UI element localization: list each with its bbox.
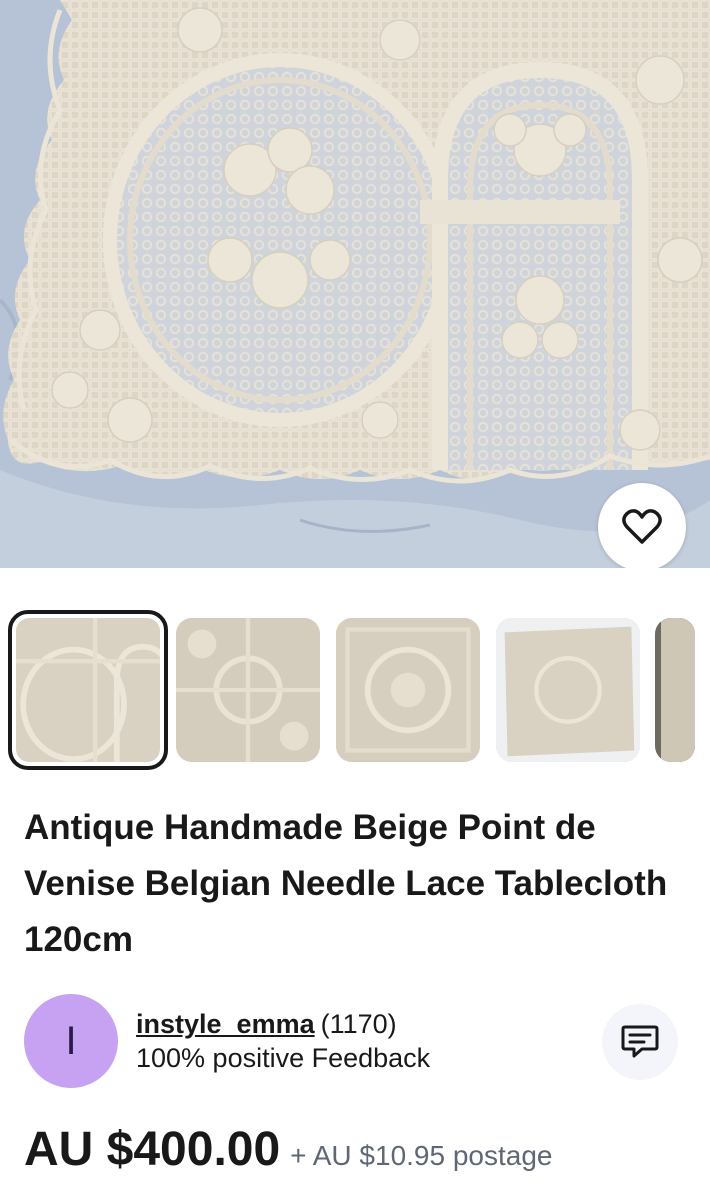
watch-favorite-button[interactable] [598, 483, 686, 568]
contact-seller-button[interactable] [602, 1004, 678, 1080]
product-main-image[interactable] [0, 0, 710, 568]
thumbnail-lace-image [496, 618, 640, 762]
thumbnail-4[interactable] [496, 618, 640, 762]
thumbnail-lace-image [336, 618, 480, 762]
heart-outline-icon [622, 509, 662, 544]
thumbnail-lace-image [16, 618, 160, 762]
thumbnail-5[interactable] [655, 618, 695, 762]
thumbnail-1-selected[interactable] [8, 610, 168, 770]
seller-name-link[interactable]: instyle_emma [136, 1009, 315, 1039]
seller-name-line: instyle_emma (1170) [136, 1008, 397, 1040]
thumbnail-2[interactable] [176, 618, 320, 762]
seller-feedback-count: (1170) [320, 1009, 397, 1039]
product-title: Antique Handmade Beige Point de Venise B… [24, 808, 668, 959]
chat-bubble-icon [621, 1025, 659, 1058]
seller-avatar[interactable]: I [24, 994, 118, 1088]
thumbnail-lace-image [176, 618, 320, 762]
price-row: AU $400.00 + AU $10.95 postage [24, 1120, 704, 1180]
thumbnail-lace-image [655, 618, 695, 762]
image-thumbnail-strip[interactable] [0, 606, 710, 774]
item-price: AU $400.00 [24, 1123, 281, 1176]
seller-info: I instyle_emma (1170) 100% positive Feedb… [24, 994, 686, 1090]
postage-cost: + AU $10.95 postage [290, 1140, 553, 1171]
seller-feedback-percent: 100% positive Feedback [136, 1043, 431, 1073]
lace-tablecloth-photo [0, 0, 710, 568]
thumbnail-3[interactable] [336, 618, 480, 762]
